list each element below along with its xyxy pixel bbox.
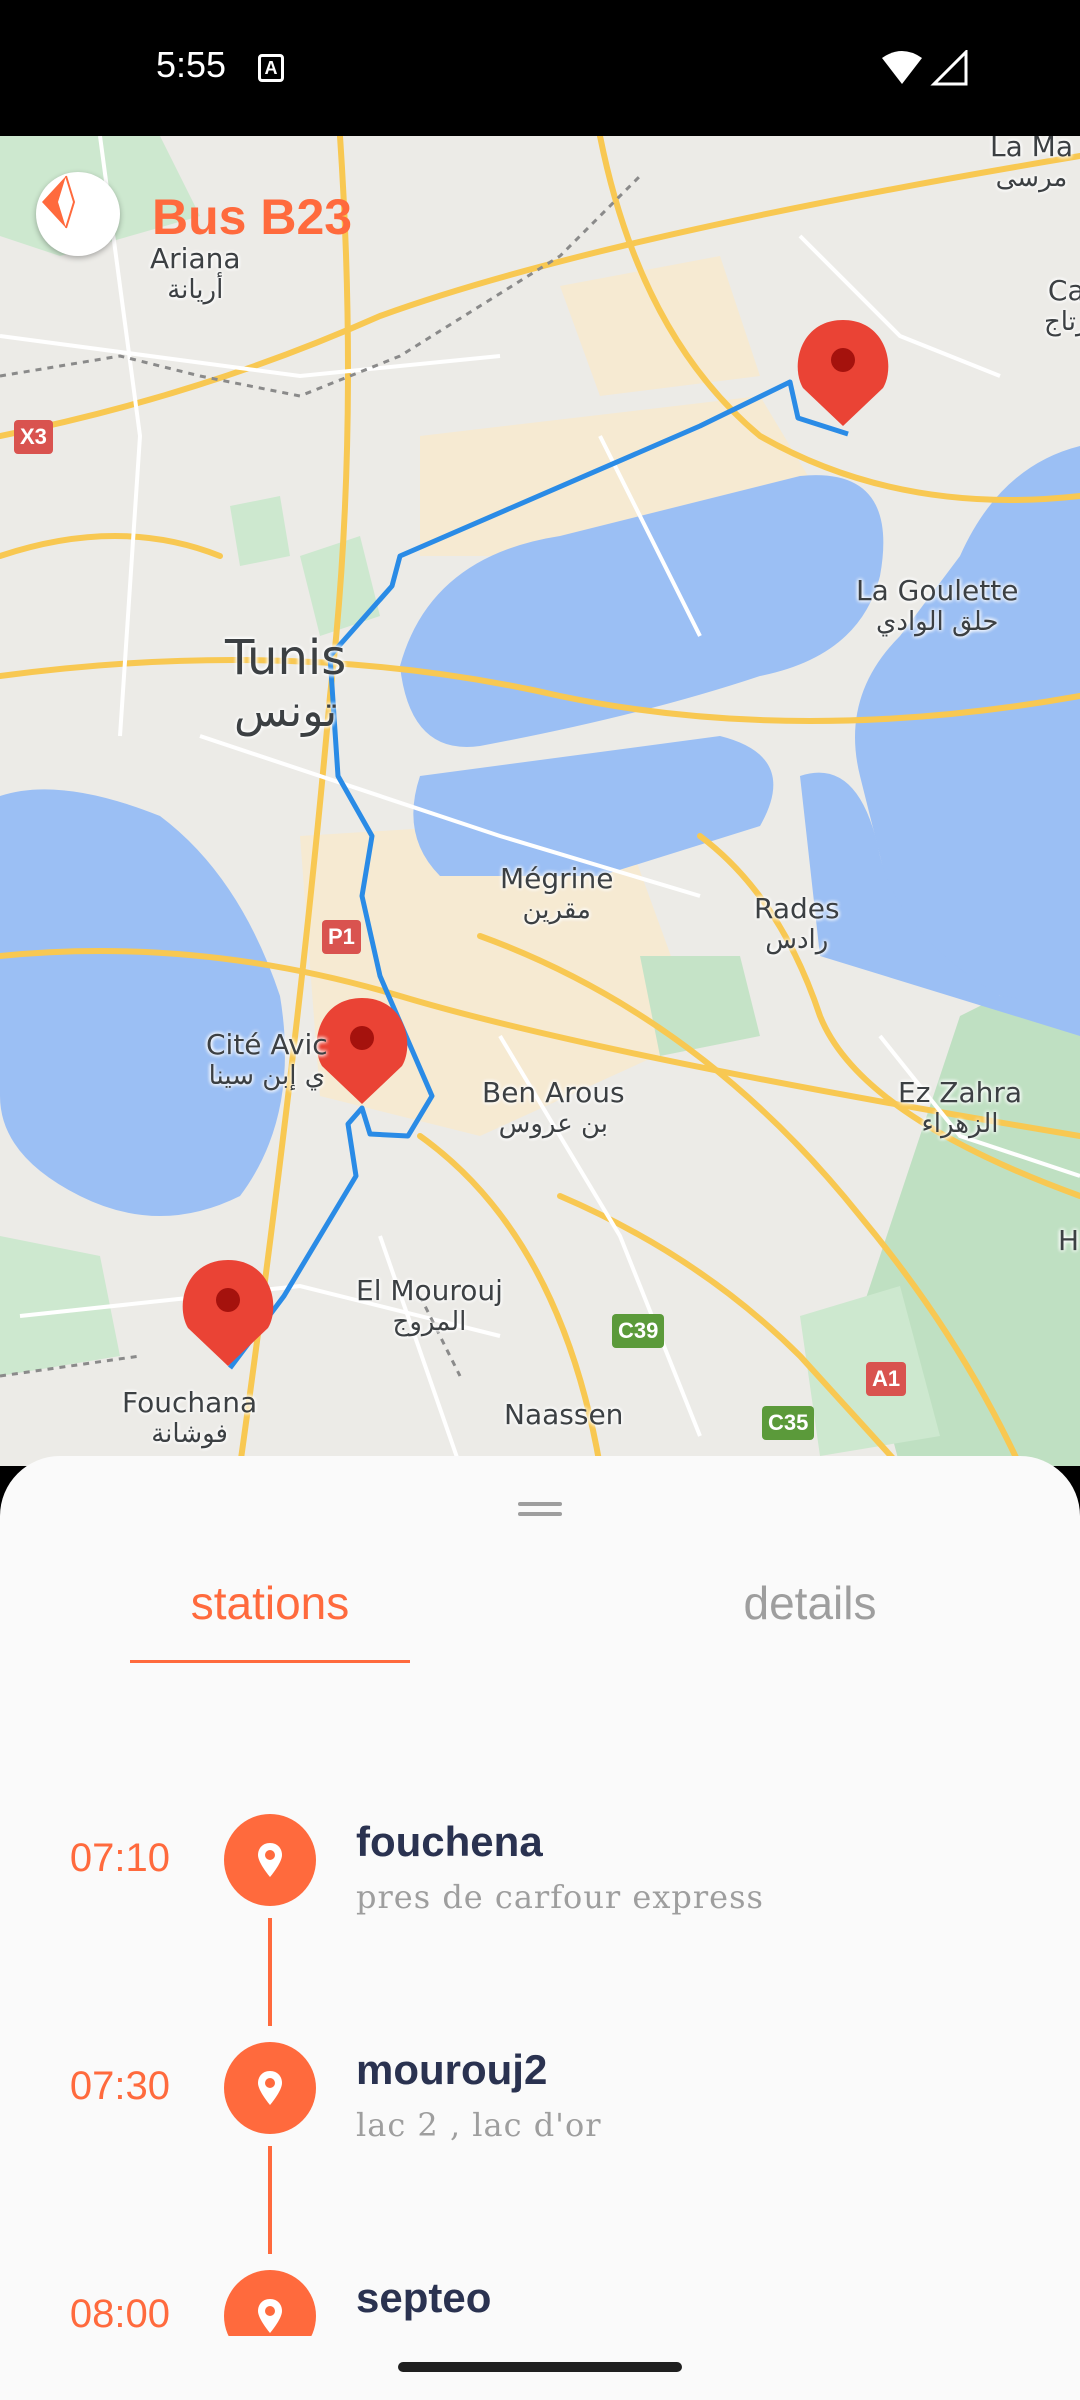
map-label-la-marsa: La Ma مرسى (990, 136, 1073, 193)
map-label-la-goulette: La Goulette حلق الوادي (856, 574, 1019, 637)
location-pin-icon (258, 1843, 282, 1877)
bottom-sheet[interactable]: stations details 07:10 fouchena pres de … (0, 1456, 1080, 2400)
station-time: 08:00 (69, 2292, 170, 2336)
road-badge-a1: A1 (866, 1362, 907, 1396)
map-label-el-mourouj: El Mourouj المروج (356, 1274, 503, 1337)
navigation-bar (0, 2336, 1080, 2400)
map-label-naassen: Naassen (504, 1398, 624, 1431)
back-button[interactable] (36, 172, 120, 256)
timeline-connector (268, 1918, 272, 2026)
station-time: 07:30 (69, 2064, 170, 2108)
status-bar: 5:55 A (0, 0, 1080, 136)
map-canvas (0, 136, 1080, 1466)
tab-indicator (130, 1660, 410, 1663)
notification-icon: A (258, 54, 284, 82)
map-label-edge: H (1058, 1224, 1080, 1257)
station-name: fouchena (356, 1818, 543, 1865)
road-badge-p1: P1 (322, 920, 361, 954)
tab-details[interactable]: details (670, 1576, 950, 1630)
cell-signal-icon (930, 50, 968, 86)
map-label-ariana: Ariana أريانة (150, 242, 241, 305)
drag-handle[interactable] (518, 1502, 562, 1518)
home-gesture-pill[interactable] (398, 2362, 682, 2372)
map-label-cite-avicenne: Cité Avic ي إبن سينا (206, 1028, 328, 1091)
tab-stations[interactable]: stations (130, 1576, 410, 1630)
station-time: 07:10 (69, 1836, 170, 1880)
map-label-ben-arous: Ben Arous بن عروس (482, 1076, 625, 1139)
station-marker (224, 2042, 316, 2134)
location-pin-icon (258, 2299, 282, 2333)
station-name: septeo (356, 2274, 492, 2321)
station-subtitle: lac 2 , lac d'or (356, 2106, 602, 2144)
map-label-ez-zahra: Ez Zahra الزهراء (898, 1076, 1023, 1139)
road-badge-c35: C35 (762, 1406, 815, 1440)
station-name: mourouj2 (356, 2046, 548, 2093)
map-label-tunis: Tunis تونس (225, 630, 347, 737)
station-item[interactable]: 07:30 mourouj2 lac 2 , lac d'or (0, 2042, 1080, 2162)
map-label-megrine: Mégrine مقرين (500, 862, 614, 925)
signal-wifi-icons (882, 50, 968, 86)
timeline-connector (268, 2146, 272, 2254)
map-view[interactable]: Ariana أريانة Tunis تونس La Goulette حلق… (0, 136, 1080, 1466)
status-time: 5:55 (156, 44, 227, 85)
road-badge-x3: X3 (14, 420, 53, 454)
arrow-back-icon (42, 175, 76, 229)
wifi-icon (882, 51, 922, 84)
map-label-carthage: Ca رتاج (1044, 274, 1080, 337)
station-item[interactable]: 07:10 fouchena pres de carfour express (0, 1814, 1080, 1934)
station-subtitle: pres de carfour express (356, 1878, 764, 1916)
map-label-fouchana: Fouchana فوشانة (122, 1386, 258, 1449)
location-pin-icon (258, 2071, 282, 2105)
bus-title: Bus B23 (152, 189, 353, 245)
map-label-rades: Rades رادس (754, 892, 840, 955)
road-badge-c39: C39 (612, 1314, 665, 1348)
station-marker (224, 1814, 316, 1906)
